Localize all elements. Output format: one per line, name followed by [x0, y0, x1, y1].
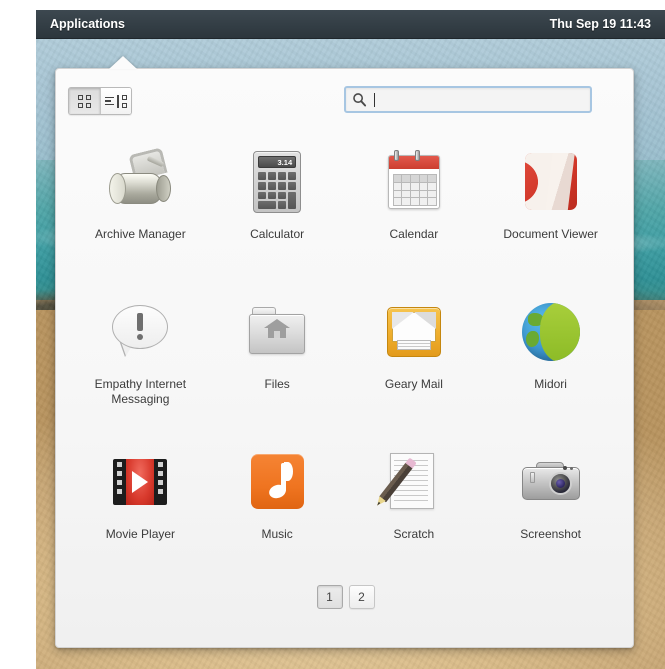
- app-item-scratch[interactable]: Scratch: [346, 431, 483, 581]
- app-item-archive-manager[interactable]: Archive Manager: [72, 131, 209, 281]
- app-item-midori[interactable]: Midori: [482, 281, 619, 431]
- application-grid: Archive Manager 3.14 Calculator Calendar…: [72, 131, 619, 581]
- geary-mail-icon: [381, 299, 447, 365]
- screenshot-icon: [518, 449, 584, 515]
- app-item-calculator[interactable]: 3.14 Calculator: [209, 131, 346, 281]
- app-label: Archive Manager: [95, 227, 186, 241]
- scratch-icon: [373, 449, 447, 515]
- app-label: Geary Mail: [384, 377, 443, 391]
- app-label: Scratch: [393, 527, 435, 541]
- applications-menu-button[interactable]: Applications: [50, 17, 125, 31]
- app-item-empathy[interactable]: Empathy Internet Messaging: [72, 281, 209, 431]
- search-input[interactable]: [375, 88, 584, 111]
- app-item-music[interactable]: Music: [209, 431, 346, 581]
- calculator-display: 3.14: [258, 156, 297, 168]
- app-item-screenshot[interactable]: Screenshot: [482, 431, 619, 581]
- view-mode-toggle-group: [68, 87, 132, 115]
- app-label: Files: [264, 377, 290, 391]
- top-panel: Applications Thu Sep 19 11:43: [36, 10, 665, 39]
- app-label: Calculator: [250, 227, 305, 241]
- grid-view-icon: [78, 94, 91, 108]
- desktop[interactable]: Applications Thu Sep 19 11:43 Archive Ma…: [36, 10, 665, 669]
- empathy-icon: [107, 299, 173, 365]
- popup-pointer-arrow: [109, 56, 137, 69]
- app-label: Document Viewer: [503, 227, 598, 241]
- popup-body: Archive Manager 3.14 Calculator Calendar…: [55, 68, 634, 648]
- app-item-movie-player[interactable]: Movie Player: [72, 431, 209, 581]
- midori-icon: [518, 299, 584, 365]
- applications-popup: Archive Manager 3.14 Calculator Calendar…: [55, 56, 634, 648]
- app-label: Music: [261, 527, 293, 541]
- app-item-geary-mail[interactable]: Geary Mail: [346, 281, 483, 431]
- pagination: 1 2: [56, 585, 635, 609]
- files-icon: [244, 299, 310, 365]
- calculator-icon: 3.14: [244, 149, 310, 215]
- app-item-calendar[interactable]: Calendar: [346, 131, 483, 281]
- calendar-icon: [381, 149, 447, 215]
- grid-view-button[interactable]: [69, 88, 100, 114]
- list-view-icon: [105, 94, 127, 108]
- page-button-2[interactable]: 2: [348, 585, 375, 609]
- app-label: Empathy Internet Messaging: [94, 377, 187, 406]
- app-label: Calendar: [389, 227, 439, 241]
- search-box[interactable]: [344, 86, 592, 113]
- app-label: Screenshot: [520, 527, 581, 541]
- movie-player-icon: [107, 449, 173, 515]
- music-icon: [244, 449, 310, 515]
- app-label: Movie Player: [105, 527, 176, 541]
- app-item-document-viewer[interactable]: Document Viewer: [482, 131, 619, 281]
- popup-toolbar: [56, 69, 635, 131]
- search-icon: [353, 93, 367, 107]
- list-view-button[interactable]: [100, 88, 131, 114]
- archive-manager-icon: [107, 147, 173, 215]
- page-button-1[interactable]: 1: [316, 585, 343, 609]
- document-viewer-icon: [518, 149, 584, 215]
- panel-clock[interactable]: Thu Sep 19 11:43: [550, 17, 651, 31]
- app-label: Midori: [534, 377, 567, 391]
- app-item-files[interactable]: Files: [209, 281, 346, 431]
